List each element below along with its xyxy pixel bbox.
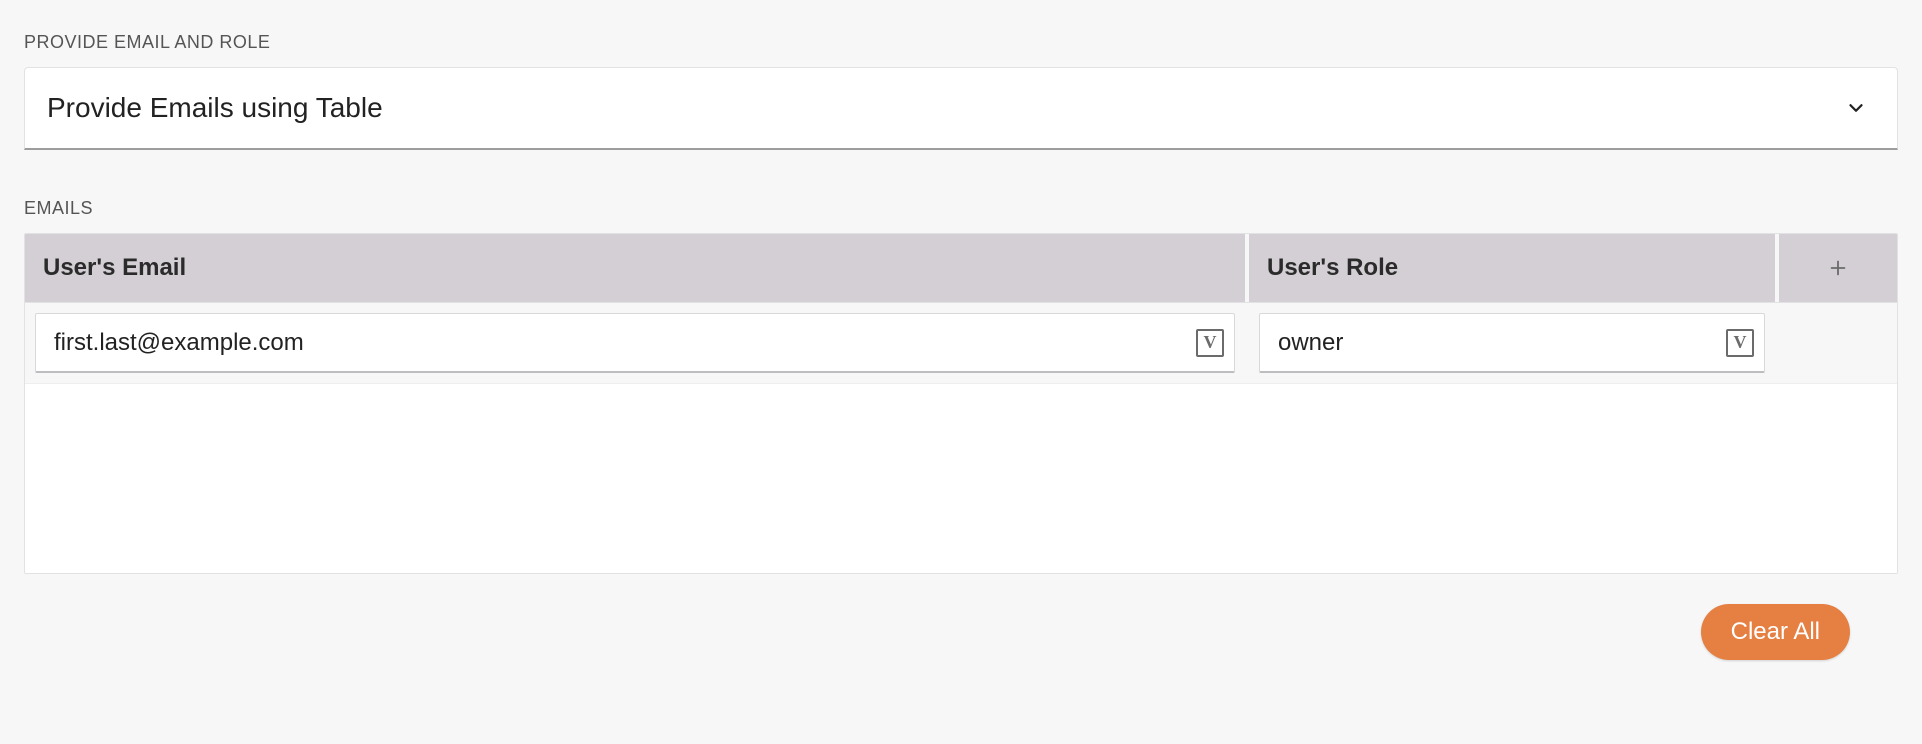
- add-column-button[interactable]: [1779, 234, 1897, 302]
- chevron-down-icon: [1845, 97, 1867, 119]
- footer: Clear All: [24, 604, 1898, 660]
- role-input[interactable]: [1278, 329, 1718, 357]
- table-body: V V: [25, 303, 1897, 383]
- email-field-wrapper: V: [35, 313, 1235, 373]
- section-label-emails: EMAILS: [24, 198, 1898, 219]
- table-header-row: User's Email User's Role: [25, 234, 1897, 303]
- plus-icon: [1827, 257, 1849, 279]
- table-empty-area: [25, 383, 1897, 573]
- email-input[interactable]: [54, 329, 1188, 357]
- table-header-role: User's Role: [1249, 234, 1779, 302]
- variable-picker-icon[interactable]: V: [1726, 329, 1754, 357]
- emails-table: User's Email User's Role V: [24, 233, 1898, 574]
- section-label-provide: PROVIDE EMAIL AND ROLE: [24, 32, 1898, 53]
- table-row: V V: [25, 303, 1897, 383]
- role-field-wrapper: V: [1259, 313, 1765, 373]
- clear-all-button[interactable]: Clear All: [1701, 604, 1850, 660]
- table-header-email: User's Email: [25, 234, 1249, 302]
- provide-mode-selected-value: Provide Emails using Table: [47, 92, 383, 124]
- variable-picker-icon[interactable]: V: [1196, 329, 1224, 357]
- cell-email: V: [25, 303, 1249, 383]
- cell-role: V: [1249, 303, 1779, 383]
- provide-mode-dropdown[interactable]: Provide Emails using Table: [24, 67, 1898, 150]
- cell-add-spacer: [1779, 303, 1897, 383]
